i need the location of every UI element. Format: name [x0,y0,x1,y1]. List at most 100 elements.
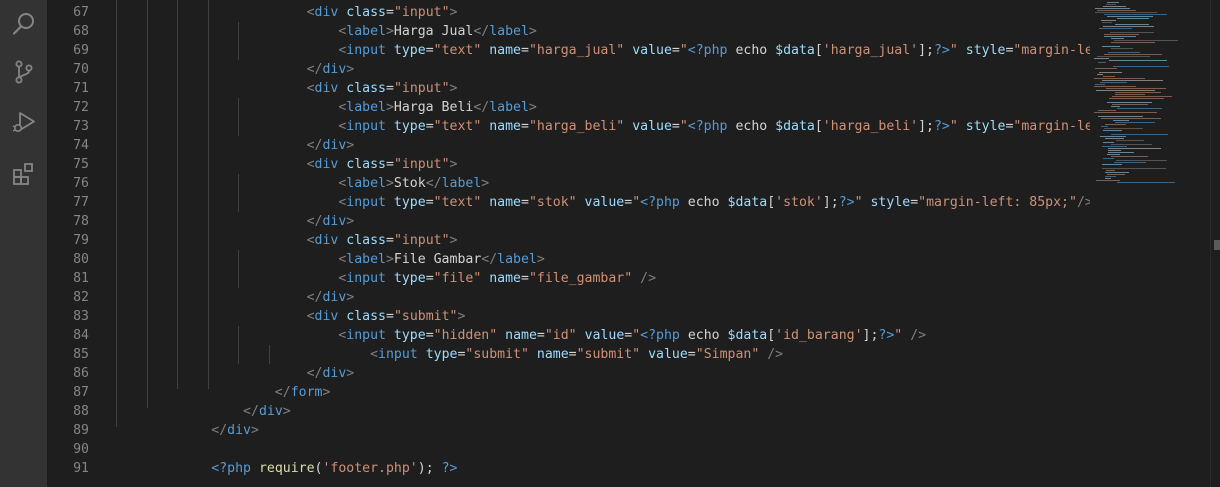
code-line[interactable]: 91 <?php require('footer.php'); ?> [47,459,1090,478]
code-token: = [671,43,680,58]
code-line[interactable]: 82 </div> [47,288,1090,307]
minimap-line [1111,106,1120,107]
code-token: Harga Jual [393,24,474,39]
code-token: ]; [918,119,934,134]
minimap-line [1107,102,1152,103]
code-line[interactable]: 87 </form> [47,383,1090,402]
code-token: </ [473,24,490,39]
line-number: 77 [73,195,89,210]
code-token: "id" [544,328,577,343]
code-line[interactable]: 90 [47,440,1090,459]
code-line[interactable]: 71 <div class="input"> [47,79,1090,98]
minimap-line [1105,124,1126,125]
minimap-line [1095,84,1105,85]
code-line[interactable]: 70 </div> [47,60,1090,79]
code-token: File Gambar [393,252,482,267]
code-token: = [425,119,434,134]
code-line[interactable]: 67 <div class="input"> [47,3,1090,22]
minimap-line [1102,168,1166,169]
code-line[interactable]: 88 </div> [47,402,1090,421]
code-text: <label>Harga Beli</label> [116,98,537,117]
minimap-line [1101,118,1161,119]
code-token: 'harga_jual' [822,43,919,58]
code-token: = [425,328,434,343]
line-number: 84 [73,328,89,343]
minimap-line [1115,94,1145,95]
code-token: > [528,100,537,115]
code-token: > [346,214,355,229]
code-token: </ [274,385,291,400]
code-line[interactable]: 77 <input type="text" name="stok" value=… [47,193,1090,212]
code-line[interactable]: 74 </div> [47,136,1090,155]
minimap-line [1100,82,1127,83]
code-line[interactable]: 75 <div class="input"> [47,155,1090,174]
line-number: 72 [73,100,89,115]
code-line[interactable]: 72 <label>Harga Beli</label> [47,98,1090,117]
minimap[interactable] [1090,0,1210,487]
code-line[interactable]: 79 <div class="input"> [47,231,1090,250]
minimap-line [1111,38,1124,39]
code-token: input [346,119,386,134]
search-button[interactable] [0,0,47,48]
code-line[interactable]: 80 <label>File Gambar</label> [47,250,1090,269]
code-token: name [505,328,537,343]
minimap-line [1106,88,1166,89]
scrollbar-thumb[interactable] [1214,240,1220,250]
extensions-button[interactable] [0,150,47,198]
source-control-button[interactable] [0,48,47,96]
code-text: <input type="hidden" name="id" value="<?… [116,326,926,345]
code-token: ); [417,461,434,476]
minimap-line [1094,112,1157,113]
minimap-line [1113,66,1169,67]
minimap-line [1103,130,1122,131]
code-line[interactable]: 69 <input type="text" name="harga_jual" … [47,41,1090,60]
activity-bar [0,0,47,487]
code-token: require [258,461,315,476]
code-line[interactable]: 81 <input type="file" name="file_gambar"… [47,269,1090,288]
code-token: type [393,43,426,58]
line-number: 87 [73,385,89,400]
code-line[interactable]: 73 <input type="text" name="harga_beli" … [47,117,1090,136]
search-icon [11,11,37,37]
code-line[interactable]: 76 <label>Stok</label> [47,174,1090,193]
minimap-line [1108,148,1161,149]
minimap-line [1103,6,1126,7]
code-line[interactable]: 86 </div> [47,364,1090,383]
code-token: < [306,309,315,324]
run-debug-button[interactable] [0,98,47,146]
code-token: > [449,233,458,248]
extensions-icon [11,161,37,187]
code-token: Stok [393,176,426,191]
minimap-line [1103,26,1154,27]
minimap-line [1102,146,1127,147]
editor-pane[interactable]: 67 <div class="input"> 68 <label>Harga Ju… [47,0,1090,487]
code-line[interactable]: 78 </div> [47,212,1090,231]
code-line[interactable]: 68 <label>Harga Jual</label> [47,22,1090,41]
code-line[interactable]: 85 <input type="submit" name="submit" va… [47,345,1090,364]
code-line[interactable]: 84 <input type="hidden" name="id" value=… [47,326,1090,345]
minimap-line [1109,98,1164,99]
code-token: "input" [393,81,450,96]
minimap-line [1098,62,1106,63]
code-token: <?php [640,195,680,210]
code-text: </div> [116,421,259,440]
code-token: ?> [933,119,950,134]
code-token: div [322,366,347,381]
vertical-scrollbar[interactable] [1210,0,1220,487]
code-line[interactable]: 89 </div> [47,421,1090,440]
minimap-line [1103,158,1114,159]
minimap-line [1100,136,1126,137]
code-line[interactable]: 83 <div class="submit"> [47,307,1090,326]
code-token: name [489,43,521,58]
code-token: name [489,271,521,286]
